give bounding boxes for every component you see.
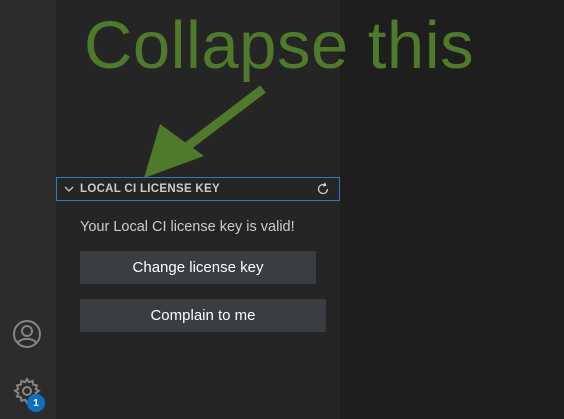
notification-badge: 1 xyxy=(27,394,45,412)
section-title: LOCAL CI LICENSE KEY xyxy=(80,183,220,195)
annotation-text: Collapse this xyxy=(84,8,475,83)
refresh-icon[interactable] xyxy=(315,181,331,197)
section-header-local-ci-license-key[interactable]: LOCAL CI LICENSE KEY xyxy=(56,177,340,201)
activity-bar xyxy=(0,0,56,419)
chevron-down-icon[interactable] xyxy=(61,181,77,197)
change-license-key-button[interactable]: Change license key xyxy=(80,251,316,284)
account-icon[interactable] xyxy=(11,318,43,350)
annotation-arrow xyxy=(144,85,266,178)
license-status-message: Your Local CI license key is valid! xyxy=(80,219,295,235)
complain-to-me-button[interactable]: Complain to me xyxy=(80,299,326,332)
